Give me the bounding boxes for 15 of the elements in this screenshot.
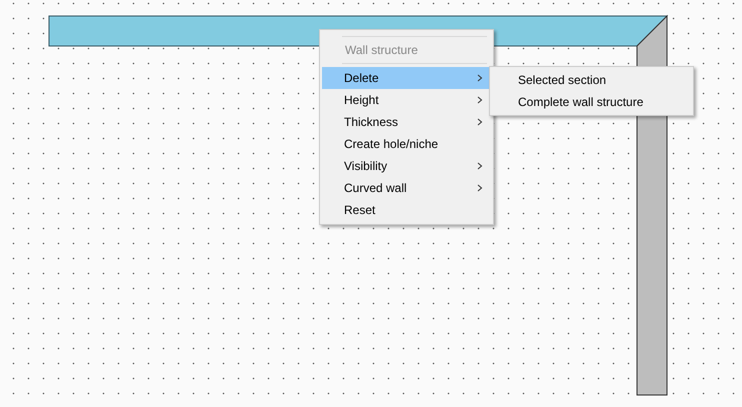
menu-item[interactable]: Create hole/niche [322, 133, 491, 155]
chevron-right-icon [477, 184, 483, 192]
chevron-right-icon [477, 118, 483, 126]
menu-item[interactable]: Reset [322, 199, 491, 221]
menu-item[interactable]: Curved wall [322, 177, 491, 199]
chevron-right-icon [477, 162, 483, 170]
menu-title: Wall structure [344, 42, 419, 59]
menu-item[interactable]: Complete wall structure [492, 91, 691, 113]
menu-item[interactable]: Delete [322, 67, 491, 89]
menu-item[interactable]: Visibility [322, 155, 491, 177]
chevron-right-icon [477, 74, 483, 82]
menu-item[interactable]: Height [322, 89, 491, 111]
menu-item[interactable]: Thickness [322, 111, 491, 133]
menu-item[interactable]: Selected section [492, 69, 691, 91]
chevron-right-icon [477, 96, 483, 104]
